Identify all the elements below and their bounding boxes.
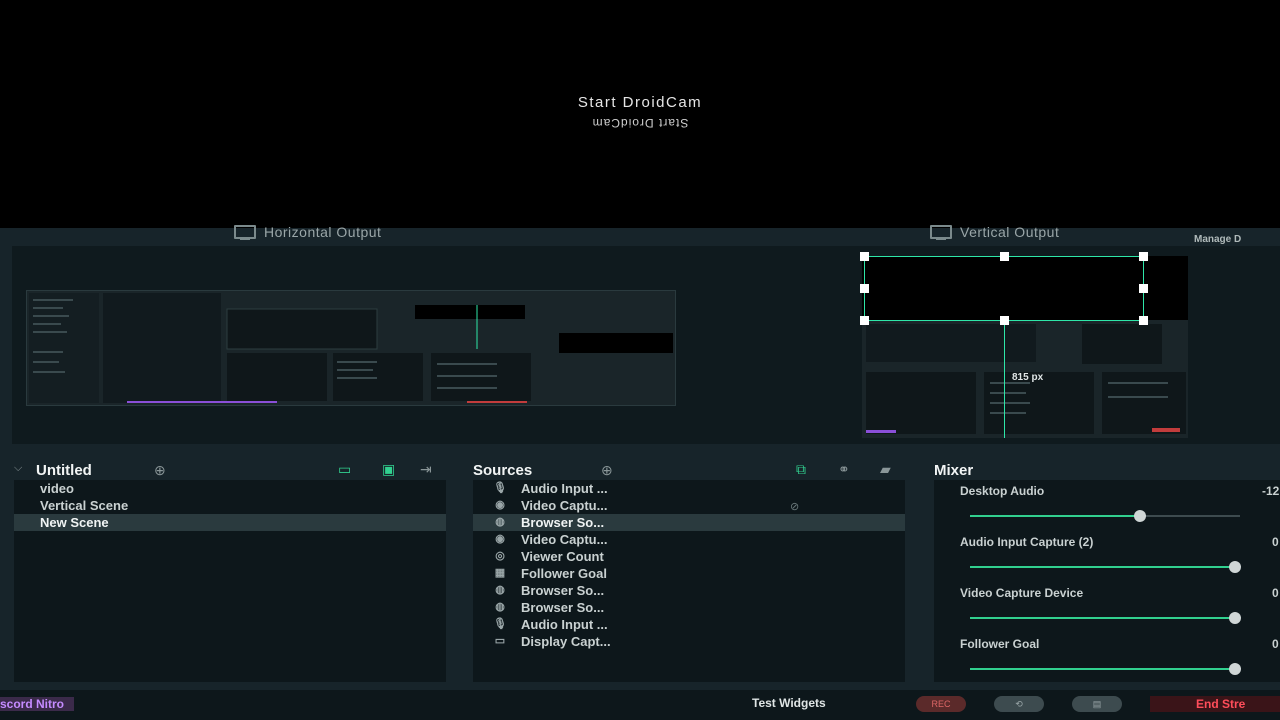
add-source-icon[interactable]: ⊕ (601, 462, 613, 479)
source-item[interactable]: ◉ Video Captu... (473, 531, 905, 548)
source-item[interactable]: ▭ Display Capt... (473, 633, 905, 650)
volume-slider[interactable] (970, 510, 1240, 522)
source-label: Audio Input ... (521, 481, 608, 496)
volume-slider[interactable] (970, 663, 1241, 675)
source-item[interactable]: ◍ Browser So... (473, 599, 905, 616)
dual-view-icon[interactable]: ▣ (382, 461, 395, 478)
volume-fill (970, 617, 1235, 619)
horizontal-canvas[interactable] (26, 290, 676, 406)
resize-handle[interactable] (1139, 252, 1148, 261)
monitor-icon (928, 225, 952, 240)
mixer-channel-label: Desktop Audio (960, 484, 1045, 498)
source-label: Browser So... (521, 583, 605, 598)
microphone-icon: 🎙 (493, 618, 507, 630)
volume-knob[interactable] (1228, 663, 1241, 675)
volume-slider[interactable] (970, 612, 1241, 624)
mixer-title: Mixer (934, 462, 974, 479)
vertical-output-label: Vertical Output (928, 224, 1059, 240)
resize-handle[interactable] (860, 316, 869, 325)
eye-icon: ◎ (495, 550, 505, 562)
volume-slider[interactable] (970, 561, 1241, 573)
horizontal-view-icon[interactable]: ▭ (338, 461, 351, 478)
volume-knob[interactable] (1134, 510, 1147, 522)
monitor-icon: ▭ (494, 635, 506, 647)
mixer-panel (934, 480, 1280, 682)
globe-icon: ◍ (495, 601, 505, 613)
scene-item[interactable]: Vertical Scene (14, 497, 446, 514)
mixer-channel-label: Video Capture Device (960, 586, 1084, 600)
test-widgets-button[interactable]: Test Widgets (752, 696, 826, 710)
source-item[interactable]: ▦ Follower Goal (473, 565, 905, 582)
source-item[interactable]: 🎙 Audio Input ... (473, 616, 905, 633)
mixer-channel-label: Follower Goal (960, 637, 1040, 651)
scenes-list: video Vertical Scene New Scene (14, 480, 446, 682)
transition-icon[interactable]: ⇥ (420, 461, 432, 478)
source-label: Display Capt... (521, 634, 611, 649)
mixer-db-value: 0 (1272, 586, 1279, 600)
monitor-icon (232, 225, 256, 240)
source-label: Viewer Count (521, 549, 604, 564)
source-item[interactable]: ◍ Browser So... (473, 582, 905, 599)
source-item[interactable]: ◎ Viewer Count (473, 548, 905, 565)
camera-title[interactable]: Start DroidCam (0, 94, 1280, 111)
scene-collection-title[interactable]: Untitled (36, 462, 92, 479)
source-label: Browser So... (521, 600, 605, 615)
chevron-down-icon[interactable]: ⌵ (14, 462, 22, 475)
mixer-db-value: 0 (1272, 637, 1279, 651)
resize-handle[interactable] (860, 284, 869, 293)
camera-preview (0, 0, 1280, 228)
guide-line (1004, 320, 1005, 438)
calendar-icon: ▦ (494, 567, 506, 579)
volume-fill (970, 668, 1235, 670)
link-icon[interactable]: ⚭ (838, 461, 850, 478)
source-item[interactable]: ◉ Video Captu... (473, 497, 905, 514)
schedule-icon[interactable]: ▤ (1072, 696, 1122, 712)
source-label: Video Captu... (521, 532, 608, 547)
webcam-icon: ◉ (495, 533, 505, 545)
volume-fill (970, 515, 1141, 517)
resize-handle[interactable] (1000, 252, 1009, 261)
folder-icon[interactable]: ▰ (880, 461, 891, 478)
source-label: Browser So... (521, 515, 605, 530)
mixer-db-value: -12 (1262, 484, 1280, 498)
globe-icon: ◍ (495, 516, 505, 528)
record-button[interactable]: REC (916, 696, 966, 712)
hidden-eye-icon[interactable]: ⊘ (790, 500, 799, 513)
discord-nitro-link[interactable]: scord Nitro (0, 697, 75, 711)
source-view-icon[interactable]: ⧉ (796, 461, 806, 478)
manage-button[interactable]: Manage D (1194, 234, 1241, 245)
source-label: Video Captu... (521, 498, 608, 513)
resize-handle[interactable] (1000, 316, 1009, 325)
volume-knob[interactable] (1228, 612, 1241, 624)
horizontal-output-text: Horizontal Output (264, 224, 382, 240)
microphone-icon: 🎙 (493, 482, 507, 494)
resize-handle[interactable] (1139, 284, 1148, 293)
globe-icon: ◍ (495, 584, 505, 596)
end-stream-button[interactable]: End Stre (1150, 696, 1280, 712)
sources-title: Sources (473, 462, 533, 479)
scene-item[interactable]: New Scene (14, 514, 446, 531)
source-label: Audio Input ... (521, 617, 608, 632)
mixer-db-value: 0 (1272, 535, 1279, 549)
sources-list: 🎙 Audio Input ... ◉ Video Captu... ◍ Browser … (473, 480, 905, 682)
vertical-output-text: Vertical Output (960, 224, 1060, 240)
mixer-channel-label: Audio Input Capture (2) (960, 535, 1094, 549)
source-label: Follower Goal (521, 566, 607, 581)
resize-handle[interactable] (860, 252, 869, 261)
horizontal-output-label: Horizontal Output (232, 224, 381, 240)
volume-fill (970, 566, 1235, 568)
source-item[interactable]: ◍ Browser So... (473, 514, 905, 531)
horizontal-canvas-thumbnail (27, 291, 675, 405)
webcam-icon: ◉ (495, 499, 505, 511)
volume-knob[interactable] (1228, 561, 1241, 573)
replay-buffer-icon[interactable]: ⟲ (994, 696, 1044, 712)
resize-handle[interactable] (1139, 316, 1148, 325)
source-item[interactable]: 🎙 Audio Input ... (473, 480, 905, 497)
camera-mirrored-text: Start DroidCam (591, 116, 689, 130)
add-scene-icon[interactable]: ⊕ (154, 462, 166, 479)
dimension-readout: 815 px (1012, 372, 1044, 383)
scene-item[interactable]: video (14, 480, 446, 497)
